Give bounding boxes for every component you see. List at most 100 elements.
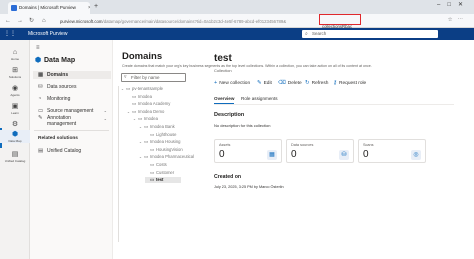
reload-icon[interactable]: ↻: [29, 16, 34, 26]
tree-node-label: Imodea Pharmaceutical: [150, 154, 194, 160]
tree-node-label: Imodea: [138, 93, 152, 99]
rail-data-map[interactable]: ⬢ Data Map: [0, 130, 30, 143]
new-collection-button[interactable]: + New collection: [214, 78, 250, 89]
tree-node-label: Costs: [156, 162, 167, 167]
tree-node[interactable]: ⌄ ▭ Imodea Demo: [127, 109, 164, 115]
left-rail: ⌂ Home ⊞ Solutions ◉ Agents ▣ Learn ⚙ Se…: [0, 40, 30, 259]
app-launcher-icon[interactable]: ⋮⋮: [4, 30, 16, 37]
tree-node-label: Imodea: [144, 116, 158, 122]
tree-node-label: test: [156, 177, 164, 183]
refresh-button[interactable]: ↻ Refresh: [305, 78, 328, 89]
new-tab-button[interactable]: +: [94, 2, 98, 12]
nav-item-annotation-management[interactable]: ✎ Annotation management ⌄: [33, 115, 111, 127]
button-label: Delete: [287, 81, 302, 86]
created-on-text: July 23, 2025, 3:25 PM by Marco Österlin: [214, 185, 284, 189]
tree-guide-line: [118, 86, 119, 242]
tab-overview[interactable]: Overview: [214, 94, 235, 104]
window-controls[interactable]: –□✕: [437, 1, 470, 8]
back-icon[interactable]: ←: [5, 16, 11, 26]
tree-node[interactable]: ⌄ ▭ Imodea Bank: [139, 124, 175, 130]
rail-solutions[interactable]: ⊞ Solutions: [0, 66, 30, 79]
tree-node-label: Imodea Academy: [138, 101, 171, 107]
tree-node[interactable]: ⌄ ▭ Imodea Housing: [139, 139, 181, 145]
close-tab-icon[interactable]: ×: [88, 2, 90, 14]
unified-catalog-icon: ▤: [11, 151, 19, 158]
tree-node[interactable]: ▭ Imodea Academy: [127, 101, 170, 107]
data-map-icon: ⬢: [35, 57, 42, 64]
browser-toolbar-icons[interactable]: ☆⋯: [448, 17, 468, 23]
main-content: Domains Create domains that match your o…: [113, 40, 474, 259]
solutions-icon: ⊞: [12, 67, 18, 74]
collapse-nav-icon[interactable]: ≡: [36, 45, 40, 51]
rail-label: Learn: [11, 111, 19, 115]
search-placeholder: Search: [312, 31, 327, 36]
nav-item-label: Monitoring: [47, 96, 71, 102]
tree-node-label: Imodea Housing: [150, 139, 181, 145]
rail-label: Unified Catalog: [4, 159, 26, 163]
tree-node[interactable]: ▭ HousingVision: [145, 147, 183, 153]
button-label: Request role: [339, 81, 367, 86]
rail-unified-catalog[interactable]: ▤ Unified Catalog: [0, 150, 30, 163]
request-role-button[interactable]: ⚷ Request role: [333, 78, 366, 89]
collection-toolbar: + New collection ✎ Edit ⌫ Delete ↻ Refresh ⚷…: [214, 78, 454, 88]
nav-item-data-sources[interactable]: ⛁ Data sources: [33, 83, 111, 91]
learn-icon: ▣: [11, 103, 19, 110]
data-map-icon: ⬢: [11, 131, 19, 138]
nav-item-unified-catalog[interactable]: ▤ Unified Catalog: [33, 147, 111, 155]
nav-title-text: Data Map: [44, 57, 76, 64]
edit-icon: ✎: [257, 80, 262, 86]
tree-node[interactable]: ▭ Lighthouse: [145, 132, 177, 138]
nav-item-source-management[interactable]: ▭ Source management ⌄: [33, 107, 111, 115]
home-icon: ⌂: [12, 49, 18, 56]
details-tabs: Overview Role assignments: [214, 94, 454, 104]
tree-node[interactable]: ⌄ ▭ pv-tenantsample: [121, 86, 163, 92]
source-management-icon: ▭: [38, 108, 44, 114]
home-icon[interactable]: ⌂: [42, 16, 46, 26]
data-sources-card[interactable]: Data sources 0 ⛁: [286, 139, 354, 163]
tree-node-selected[interactable]: ▭ test: [145, 177, 182, 184]
rail-agents[interactable]: ◉ Agents: [0, 84, 30, 97]
tree-node[interactable]: ⌄ ▭ Imodea: [133, 116, 158, 122]
card-label: Data sources: [291, 143, 314, 147]
button-label: Refresh: [311, 81, 329, 86]
chevron-down-icon: ⌄: [103, 116, 107, 121]
browser-tab[interactable]: Domains | Microsoft Purview ×: [8, 2, 90, 14]
tree-node-label: Customer: [156, 169, 175, 175]
scans-card[interactable]: Scans 0 ◎: [358, 139, 426, 163]
data-sources-icon: ⛁: [38, 84, 43, 90]
nav-item-domains[interactable]: ▦ Domains: [33, 71, 111, 79]
assets-icon: ▦: [267, 150, 277, 160]
browser-tab-bar: Domains | Microsoft Purview × + –□✕: [0, 0, 474, 14]
filter-icon: ▿: [124, 74, 127, 80]
search-input[interactable]: ⌕ Search: [302, 30, 438, 38]
tab-role-assignments[interactable]: Role assignments: [241, 94, 278, 103]
collection-details: test Collection + New collection ✎ Edit ⌫ D…: [211, 51, 461, 259]
url-host: purview.microsoft.com: [60, 19, 103, 24]
url-field[interactable]: purview.microsoft.com/datamap/governance…: [60, 17, 360, 26]
nav-item-label: Data sources: [47, 84, 77, 90]
unified-catalog-icon: ▤: [38, 148, 44, 154]
tree-node[interactable]: ⌄ ▭ Imodea Pharmaceutical: [139, 154, 194, 160]
assets-card[interactable]: Assets 0 ▦: [214, 139, 282, 163]
collection-title: test: [214, 53, 232, 64]
card-label: Assets: [219, 143, 231, 147]
monitoring-icon: ◔: [38, 96, 42, 102]
browser-tab-title: Domains | Microsoft Purview: [19, 5, 76, 10]
tree-node[interactable]: ▭ Costs: [145, 162, 167, 168]
card-label: Scans: [363, 143, 374, 147]
tree-node-label: HousingVision: [156, 146, 183, 152]
card-value: 0: [219, 149, 225, 160]
edit-button[interactable]: ✎ Edit: [257, 78, 272, 89]
forward-icon[interactable]: →: [17, 16, 23, 26]
filter-input[interactable]: ▿ Filter by name: [121, 73, 186, 82]
collection-type: Collection: [214, 68, 232, 73]
delete-button[interactable]: ⌫ Delete: [278, 78, 302, 89]
rail-learn[interactable]: ▣ Learn: [0, 102, 30, 115]
tree-node[interactable]: ▭ Customer: [145, 170, 174, 176]
app-title: Microsoft Purview: [28, 31, 68, 37]
tree-node[interactable]: ▭ Imodea: [127, 94, 152, 100]
rail-home[interactable]: ⌂ Home: [0, 48, 30, 61]
nav-item-monitoring[interactable]: ◔ Monitoring: [33, 95, 111, 103]
created-on-heading: Created on: [214, 174, 242, 180]
tree-node-label: Imodea Demo: [138, 108, 165, 114]
